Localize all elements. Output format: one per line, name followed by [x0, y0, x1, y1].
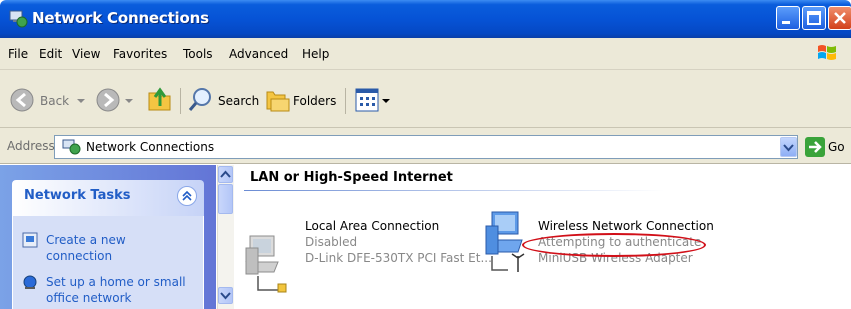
collapse-button[interactable]	[177, 186, 197, 206]
views-dropdown-icon[interactable]	[381, 96, 391, 106]
window-title: Network Connections	[32, 9, 209, 27]
group-title: LAN or High-Speed Internet	[250, 170, 453, 185]
address-dropdown-button[interactable]	[780, 137, 797, 157]
maximize-icon	[807, 11, 821, 25]
wireless-connection-device: MiniUSB Wireless Adapter	[538, 251, 693, 265]
address-value[interactable]: Network Connections	[86, 140, 214, 154]
up-folder-icon[interactable]	[146, 86, 174, 114]
group-divider	[244, 190, 664, 191]
lan-connection-device: D-Link DFE-530TX PCI Fast Et...	[305, 251, 492, 265]
wireless-connection-status: Attempting to authenticate	[538, 235, 702, 249]
new-connection-icon	[22, 232, 38, 248]
network-tasks-title[interactable]: Network Tasks	[24, 188, 131, 203]
back-arrow-icon[interactable]	[10, 88, 34, 112]
back-dropdown-icon[interactable]	[76, 96, 86, 106]
menu-tools[interactable]: Tools	[183, 47, 213, 61]
search-button[interactable]: Search	[218, 94, 259, 108]
network-connections-icon	[62, 139, 81, 155]
search-icon[interactable]	[188, 87, 214, 113]
chevron-down-icon	[783, 144, 794, 152]
menu-help[interactable]: Help	[302, 47, 329, 61]
close-button[interactable]	[828, 6, 851, 30]
menu-view[interactable]: View	[72, 47, 100, 61]
create-connection-link-line1[interactable]: Create a new	[46, 232, 126, 248]
lan-connection-status: Disabled	[305, 235, 358, 249]
chevron-down-icon	[220, 292, 231, 300]
lan-connection-icon[interactable]	[238, 232, 298, 296]
menu-advanced[interactable]: Advanced	[229, 47, 288, 61]
scroll-thumb[interactable]	[218, 184, 233, 214]
home-network-link-line2[interactable]: office network	[46, 290, 131, 306]
chevron-up-icon	[220, 170, 231, 178]
maximize-button[interactable]	[802, 6, 826, 30]
home-network-icon	[23, 275, 37, 289]
wireless-connection-name[interactable]: Wireless Network Connection	[538, 218, 714, 234]
windows-logo-icon	[818, 45, 836, 60]
go-button[interactable]: Go	[828, 140, 845, 154]
back-button[interactable]: Back	[40, 94, 69, 108]
create-connection-link-line2[interactable]: connection	[46, 248, 112, 264]
scroll-up-button[interactable]	[218, 166, 233, 183]
toolbar-separator	[180, 88, 181, 114]
folders-icon[interactable]	[265, 87, 291, 113]
menu-edit[interactable]: Edit	[39, 47, 62, 61]
lan-connection-name[interactable]: Local Area Connection	[305, 218, 439, 234]
toolbar-separator	[345, 88, 346, 114]
chevron-up-icon	[182, 190, 192, 201]
network-connections-icon	[9, 10, 28, 28]
folders-button[interactable]: Folders	[293, 94, 336, 108]
forward-arrow-icon[interactable]	[96, 88, 120, 112]
go-arrow-icon[interactable]	[805, 137, 825, 157]
close-icon	[834, 12, 846, 24]
views-icon[interactable]	[355, 88, 379, 112]
wireless-connection-icon[interactable]	[478, 208, 538, 272]
home-network-link-line1[interactable]: Set up a home or small	[46, 274, 186, 290]
menu-favorites[interactable]: Favorites	[113, 47, 167, 61]
scroll-down-button[interactable]	[218, 287, 233, 304]
address-label: Address	[7, 139, 55, 153]
menu-file[interactable]: File	[8, 47, 28, 61]
minimize-button[interactable]	[776, 6, 800, 30]
forward-dropdown-icon[interactable]	[124, 96, 134, 106]
minimize-icon	[782, 21, 790, 24]
